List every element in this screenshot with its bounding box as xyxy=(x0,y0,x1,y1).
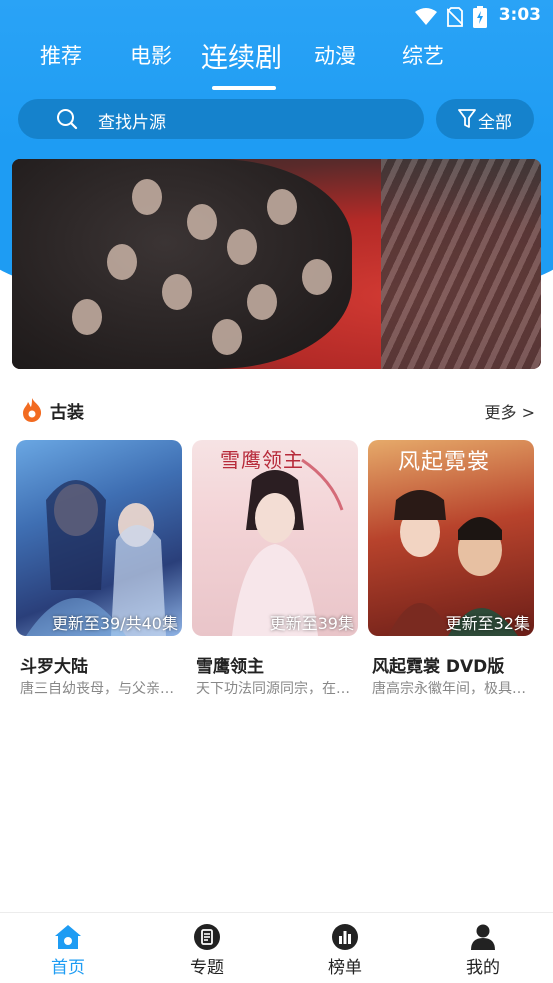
banner-staircase-art xyxy=(381,159,541,369)
no-sim-icon xyxy=(447,7,463,27)
section-title: 古装 xyxy=(50,403,84,423)
banner-face xyxy=(227,229,257,265)
nav-home-label: 首页 xyxy=(51,958,85,978)
profile-icon xyxy=(471,924,495,950)
search-icon xyxy=(57,109,78,130)
nav-topics[interactable]: 专题 xyxy=(167,923,247,978)
section-header: 古装 更多 > xyxy=(18,395,535,425)
active-tab-indicator xyxy=(212,86,276,90)
poster-image: 雪鹰领主 更新至39集 xyxy=(192,440,358,636)
status-icons xyxy=(415,6,487,28)
card-description: 天下功法同源同宗，在… xyxy=(196,681,350,697)
banner-face xyxy=(132,179,162,215)
more-link[interactable]: 更多 > xyxy=(485,399,536,423)
card-title: 斗罗大陆 xyxy=(20,657,88,677)
nav-profile[interactable]: 我的 xyxy=(443,923,523,978)
bottom-navigation: 首页 专题 榜单 我的 xyxy=(0,912,553,983)
home-icon xyxy=(55,925,81,949)
ranking-icon xyxy=(332,924,358,950)
poster-image: 更新至39/共40集 xyxy=(16,440,182,636)
filter-icon xyxy=(458,109,476,128)
topics-icon xyxy=(194,924,220,950)
tab-movies[interactable]: 电影 xyxy=(130,40,172,70)
card-description: 唐三自幼丧母，与父亲… xyxy=(20,681,174,697)
poster-title-text: 风起霓裳 xyxy=(398,450,491,475)
nav-profile-label: 我的 xyxy=(466,958,500,978)
search-bar[interactable]: 查找片源 xyxy=(18,99,424,139)
banner-face xyxy=(267,189,297,225)
poster-art xyxy=(26,480,166,636)
nav-topics-label: 专题 xyxy=(190,958,224,978)
banner-face xyxy=(162,274,192,310)
banner-face xyxy=(247,284,277,320)
status-time: 3:03 xyxy=(498,5,541,25)
card-title: 风起霓裳 DVD版 xyxy=(372,657,505,677)
card-title: 雪鹰领主 xyxy=(196,657,264,677)
banner-carousel[interactable] xyxy=(12,159,541,369)
episode-caption: 更新至39/共40集 xyxy=(51,614,178,633)
battery-charging-icon xyxy=(473,6,487,28)
banner-face xyxy=(72,299,102,335)
nav-ranking[interactable]: 榜单 xyxy=(305,923,385,978)
status-bar: 3:03 xyxy=(0,0,553,32)
nav-ranking-label: 榜单 xyxy=(328,958,362,978)
episode-caption: 更新至32集 xyxy=(445,614,530,633)
banner-face xyxy=(302,259,332,295)
category-tabs: 推荐 电影 连续剧 动漫 综艺 xyxy=(0,40,553,90)
poster-image: 风起霓裳 更新至32集 xyxy=(368,440,534,636)
card-description: 唐高宗永徽年间，极具… xyxy=(372,681,526,697)
poster-title-text: 雪鹰领主 xyxy=(220,448,304,472)
filter-label: 全部 xyxy=(478,113,512,133)
tab-anime[interactable]: 动漫 xyxy=(314,40,356,70)
banner-group-art xyxy=(12,159,352,369)
banner-face xyxy=(187,204,217,240)
nav-home[interactable]: 首页 xyxy=(28,923,108,978)
episode-caption: 更新至39集 xyxy=(269,614,354,633)
wifi-icon xyxy=(415,8,437,25)
search-placeholder: 查找片源 xyxy=(98,113,166,133)
tab-series[interactable]: 连续剧 xyxy=(201,36,282,75)
banner-face xyxy=(107,244,137,280)
banner-face xyxy=(212,319,242,355)
tab-variety[interactable]: 综艺 xyxy=(402,40,444,70)
flame-icon xyxy=(23,398,42,422)
filter-button[interactable]: 全部 xyxy=(436,99,534,139)
tab-recommend[interactable]: 推荐 xyxy=(40,40,82,70)
